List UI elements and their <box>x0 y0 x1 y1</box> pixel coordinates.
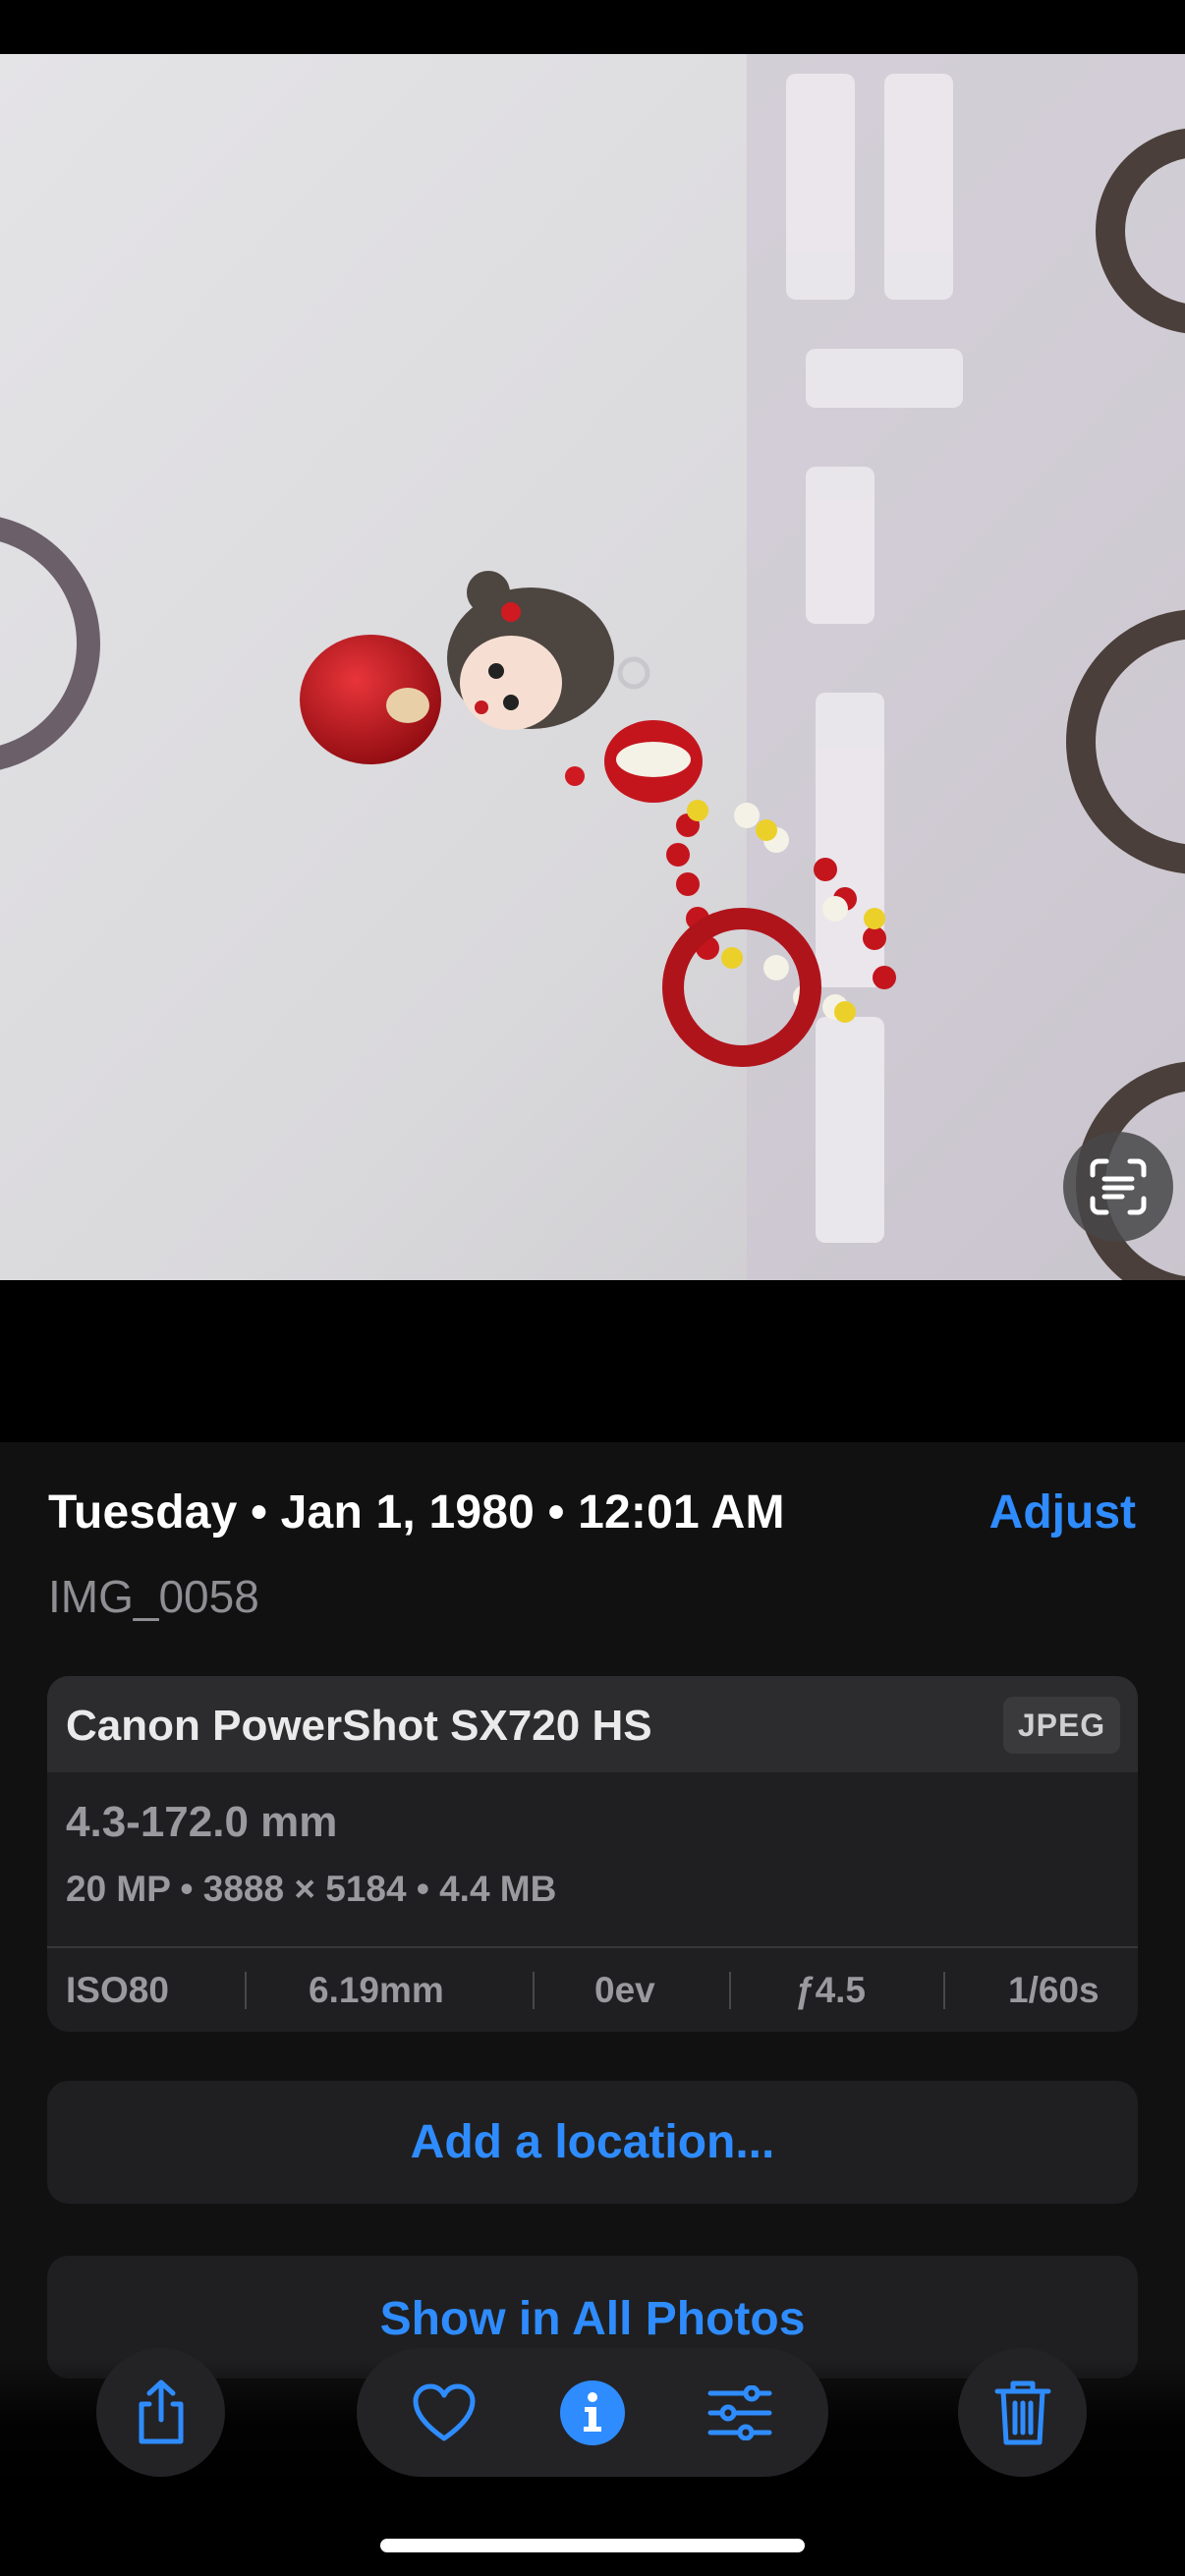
lens-info: 4.3-172.0 mm <box>66 1798 338 1846</box>
action-pill <box>357 2348 828 2477</box>
image-specs: 20 MP • 3888 × 5184 • 4.4 MB <box>66 1869 557 1909</box>
exif-aperture: ƒ4.5 <box>795 1970 867 2010</box>
exif-shutter: 1/60s <box>1008 1970 1100 2010</box>
add-location-button[interactable]: Add a location... <box>47 2081 1138 2204</box>
format-badge: JPEG <box>1003 1697 1120 1754</box>
sliders-icon <box>707 2384 772 2440</box>
exif-iso: ISO80 <box>66 1970 169 2010</box>
trash-icon <box>994 2380 1050 2444</box>
info-button[interactable] <box>538 2348 647 2477</box>
photo-view[interactable] <box>0 54 1185 1280</box>
live-text-button[interactable] <box>1063 1132 1173 1242</box>
exif-separator <box>245 1972 247 2009</box>
metadata-card: Canon PowerShot SX720 HS JPEG 4.3-172.0 … <box>47 1676 1138 2032</box>
file-name: IMG_0058 <box>48 1571 259 1622</box>
adjust-date-button[interactable]: Adjust <box>989 1485 1136 1540</box>
edit-button[interactable] <box>686 2348 794 2477</box>
info-icon <box>560 2380 625 2445</box>
exif-exposure: 0ev <box>594 1970 655 2010</box>
exif-separator <box>729 1972 731 2009</box>
capture-date: Tuesday • Jan 1, 1980 • 12:01 AM <box>48 1486 785 1539</box>
live-text-icon <box>1090 1158 1147 1215</box>
share-icon <box>139 2380 183 2443</box>
heart-icon <box>413 2383 476 2440</box>
home-indicator[interactable] <box>380 2539 805 2552</box>
photo-image <box>0 54 1185 1280</box>
camera-model: Canon PowerShot SX720 HS <box>66 1702 652 1750</box>
delete-button[interactable] <box>958 2348 1087 2477</box>
exif-focal-length: 6.19mm <box>309 1970 444 2010</box>
favorite-button[interactable] <box>390 2348 498 2477</box>
exif-separator <box>533 1972 535 2009</box>
exif-row: ISO80 6.19mm 0ev ƒ4.5 1/60s <box>47 1948 1138 2032</box>
exif-separator <box>943 1972 945 2009</box>
share-button[interactable] <box>96 2348 225 2477</box>
